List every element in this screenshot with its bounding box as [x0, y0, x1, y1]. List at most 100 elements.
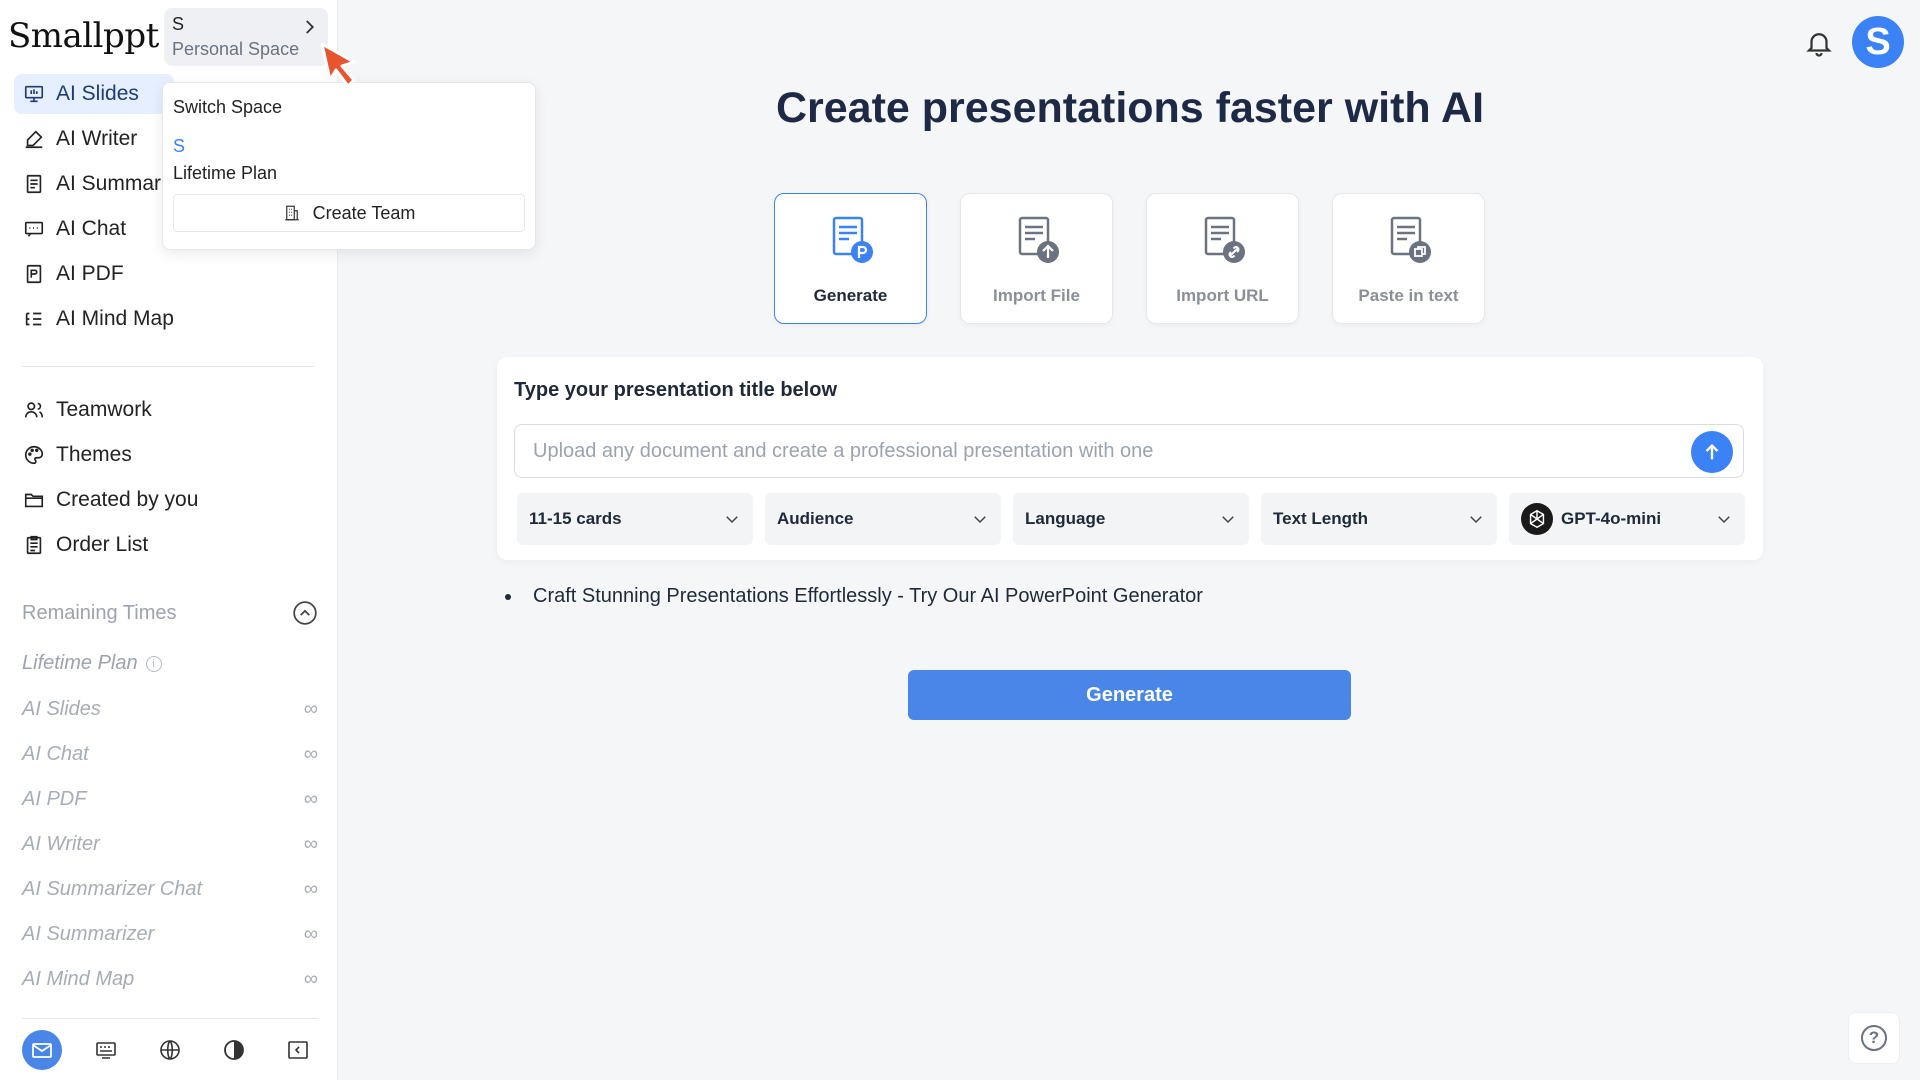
sidebar-item-ai-mind-map[interactable]: AI Mind Map — [14, 299, 324, 339]
quota-item: AI PDF ∞ — [22, 777, 318, 822]
space-selector[interactable]: S Personal Space — [164, 8, 328, 66]
mode-import-file[interactable]: Import File — [960, 193, 1113, 324]
select-value: 11-15 cards — [529, 509, 622, 528]
sidebar-item-themes[interactable]: Themes — [14, 435, 324, 475]
slides-icon — [22, 82, 46, 106]
sidebar-item-label: AI Chat — [56, 217, 127, 240]
quota-item: AI Summarizer ∞ — [22, 912, 318, 957]
pen-icon — [22, 127, 46, 151]
info-icon[interactable]: i — [145, 655, 162, 672]
space-plan: Lifetime Plan — [173, 163, 278, 183]
paste-text-icon — [1390, 216, 1431, 263]
sidebar-footer-toolbar — [22, 1030, 318, 1070]
cards-select[interactable]: 11-15 cards — [517, 493, 753, 545]
infinity-icon: ∞ — [303, 923, 318, 945]
prompt-input[interactable] — [515, 425, 1743, 477]
quota-item: AI Chat ∞ — [22, 732, 318, 777]
prompt-panel: Type your presentation title below 11-15… — [497, 357, 1763, 560]
quota-item: AI Writer ∞ — [22, 822, 318, 867]
audience-select[interactable]: Audience — [765, 493, 1001, 545]
quota-item: AI Mind Map ∞ — [22, 957, 318, 1002]
bullet-dot — [505, 593, 511, 600]
generate-button[interactable]: Generate — [908, 670, 1351, 720]
chevron-down-icon — [974, 516, 986, 524]
infinity-icon: ∞ — [303, 833, 318, 855]
send-button[interactable] — [1691, 431, 1733, 473]
infinity-icon: ∞ — [303, 698, 318, 720]
plan-label: Lifetime Plan i — [22, 652, 318, 675]
quota-label: AI Chat — [22, 743, 89, 765]
mode-selector: Generate Import File Import URL Paste in… — [774, 193, 1485, 324]
infinity-icon: ∞ — [303, 743, 318, 765]
collapse-sidebar-icon[interactable] — [278, 1030, 318, 1070]
model-select[interactable]: GPT-4o-mini — [1509, 493, 1745, 545]
select-value: Text Length — [1273, 509, 1369, 528]
mode-import-url[interactable]: Import URL — [1146, 193, 1299, 324]
openai-icon — [1521, 503, 1553, 535]
model-value: GPT-4o-mini — [1521, 503, 1661, 535]
chevron-down-icon — [1470, 516, 1482, 524]
infinity-icon: ∞ — [303, 968, 318, 990]
quota-label: AI Summarizer — [22, 923, 155, 945]
globe-icon[interactable] — [150, 1030, 190, 1070]
mode-generate[interactable]: Generate — [774, 193, 927, 324]
remaining-times: Remaining Times Lifetime Plan i AI Slide… — [22, 600, 318, 1002]
avatar[interactable]: S — [1852, 16, 1904, 68]
quota-item: AI Slides ∞ — [22, 687, 318, 732]
brand-logo[interactable]: Smallppt — [8, 16, 159, 56]
sidebar-item-created-by-you[interactable]: Created by you — [14, 480, 324, 520]
building-icon — [284, 205, 299, 221]
secondary-nav: Teamwork Themes Created by you Order Lis… — [14, 390, 324, 570]
prompt-input-wrapper — [514, 424, 1744, 478]
chat-icon — [22, 217, 46, 241]
mode-paste-text[interactable]: Paste in text — [1332, 193, 1485, 324]
arrow-up-icon — [1705, 443, 1719, 460]
sidebar-item-label: Order List — [56, 533, 149, 556]
select-value: GPT-4o-mini — [1561, 509, 1662, 528]
quota-label: AI Writer — [22, 833, 100, 855]
folder-icon — [22, 488, 46, 512]
text-length-select[interactable]: Text Length — [1261, 493, 1497, 545]
import-url-icon — [1204, 216, 1245, 263]
sidebar-item-label: AI Mind Map — [56, 307, 174, 330]
quota-item: AI Summarizer Chat ∞ — [22, 867, 318, 912]
team-icon — [22, 398, 46, 422]
sidebar-item-label: Created by you — [56, 488, 199, 511]
sidebar-item-label: AI PDF — [56, 262, 124, 285]
help-button[interactable]: ? — [1848, 1012, 1900, 1064]
remaining-times-header[interactable]: Remaining Times — [22, 600, 318, 626]
mode-label: Import URL — [1176, 286, 1269, 305]
infinity-icon: ∞ — [303, 788, 318, 810]
options-row: 11-15 cards Audience Language Text Lengt… — [517, 493, 1745, 545]
chevron-down-icon — [1718, 516, 1730, 524]
generate-icon — [832, 216, 873, 263]
clipboard-icon — [22, 533, 46, 557]
tip-bullet: Craft Stunning Presentations Effortlessl… — [505, 585, 1203, 608]
create-team-label: Create Team — [312, 202, 416, 223]
sidebar-item-label: Teamwork — [56, 398, 152, 421]
language-select[interactable]: Language — [1013, 493, 1249, 545]
pdf-icon — [22, 262, 46, 286]
sidebar-item-teamwork[interactable]: Teamwork — [14, 390, 324, 430]
chevron-down-icon — [726, 516, 738, 524]
sidebar-divider — [22, 366, 314, 367]
chevron-up-icon[interactable] — [292, 600, 318, 626]
help-icon: ? — [1861, 1025, 1887, 1051]
contrast-icon[interactable] — [214, 1030, 254, 1070]
keyboard-icon[interactable] — [86, 1030, 126, 1070]
mail-icon[interactable] — [22, 1030, 62, 1070]
sidebar-item-ai-slides[interactable]: AI Slides — [14, 74, 174, 114]
bell-icon[interactable] — [1804, 28, 1834, 58]
sidebar-item-order-list[interactable]: Order List — [14, 525, 324, 565]
space-option[interactable]: S — [173, 136, 525, 157]
space-name: S — [172, 14, 185, 34]
prompt-label: Type your presentation title below — [514, 379, 838, 401]
sidebar-bottom-divider — [22, 1018, 318, 1019]
create-team-button[interactable]: Create Team — [173, 194, 525, 232]
sidebar-item-ai-pdf[interactable]: AI PDF — [14, 254, 324, 294]
remaining-times-title: Remaining Times — [22, 601, 177, 624]
chevron-down-icon — [1222, 516, 1234, 524]
quota-list: AI Slides ∞ AI Chat ∞ AI PDF ∞ AI Writer ∞ A… — [22, 687, 318, 1002]
infinity-icon: ∞ — [303, 878, 318, 900]
palette-icon — [22, 443, 46, 467]
